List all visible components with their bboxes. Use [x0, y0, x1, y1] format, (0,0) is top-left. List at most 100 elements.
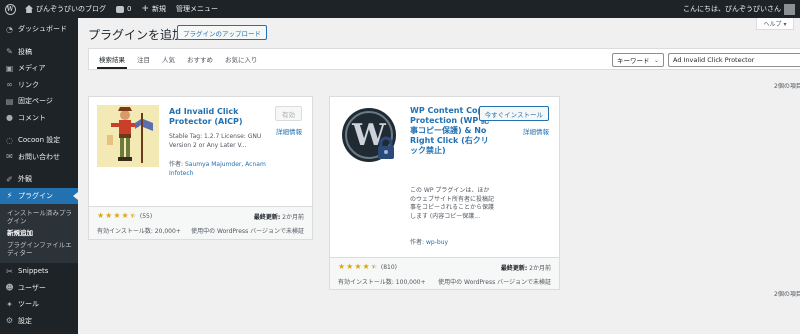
author-label: 作者:	[169, 161, 184, 168]
star-icon: ★	[97, 211, 105, 220]
sidebar-item-links[interactable]: ∞ リンク	[0, 77, 78, 94]
wrench-icon: ✦	[6, 299, 13, 309]
sidebar-item-media[interactable]: ▣ メディア	[0, 60, 78, 77]
tab-recommended[interactable]: おすすめ	[181, 49, 219, 69]
chevron-down-icon: ⌄	[653, 57, 659, 64]
sidebar-item-label: 設定	[18, 316, 32, 325]
tab-favorites[interactable]: お気に入り	[219, 49, 264, 69]
sidebar-item-comments[interactable]: ● コメント	[0, 110, 78, 127]
sidebar-item-appearance[interactable]: ✐ 外観	[0, 171, 78, 188]
active-installs: 有効インストール数: 20,000+	[97, 228, 181, 235]
pin-icon: ✎	[6, 47, 13, 57]
home-icon	[25, 5, 33, 13]
star-icon: ★	[113, 211, 121, 220]
plugin-author: 作者: Saumya Majumder, Acnam Infotech	[169, 161, 269, 178]
last-updated: 最終更新: 2か月前	[254, 212, 304, 221]
media-icon: ▣	[5, 63, 14, 73]
upload-plugin-button[interactable]: プラグインのアップロード	[177, 25, 267, 40]
author-link[interactable]: Saumya Majumder, Acnam Infotech	[169, 161, 266, 177]
last-updated-value: 2か月前	[282, 214, 304, 221]
star-icon: ★	[121, 211, 129, 220]
author-link[interactable]: wp-buy	[426, 239, 448, 246]
star-icon: ★	[362, 262, 370, 271]
plugin-card-footer: ★ ★ ★ ★ ★★ (810) 最終更新: 2か月前 有効インストール数: 1…	[330, 257, 559, 289]
greeting: こんにちは、ぴんぞうぴいさん	[683, 5, 781, 13]
sidebar-item-cocoon[interactable]: ◌ Cocoon 設定	[0, 132, 78, 149]
rating-count[interactable]: (810)	[381, 264, 397, 271]
sidebar-item-settings[interactable]: ⚙ 設定	[0, 313, 78, 330]
link-icon: ∞	[6, 80, 13, 90]
item-count-top: 2個の項目	[774, 83, 800, 90]
tab-search-results[interactable]: 検索結果	[93, 49, 131, 69]
new-label: 新規	[152, 5, 167, 13]
avatar	[784, 3, 795, 15]
last-updated-label: 最終更新:	[500, 265, 528, 272]
submenu-add-new[interactable]: 新規追加	[0, 227, 78, 239]
plugin-description: この WP プラグインは、ほかのウェブサイト所有者に投稿記事をコピーされることか…	[410, 187, 495, 220]
site-name-link[interactable]: ぴんぞうぴいのブログ	[20, 0, 111, 18]
main-content: ヘルプ ▾ プラグインを追加 プラグインのアップロード 検索結果 注目 人気 お…	[78, 18, 800, 334]
wp-content-copy-plugin-icon: W	[340, 106, 402, 168]
page-title: プラグインを追加	[88, 28, 185, 42]
tab-featured[interactable]: 注目	[131, 49, 156, 69]
wordpress-logo-button[interactable]: W	[0, 0, 20, 18]
search-type-select[interactable]: キーワード ⌄	[612, 53, 664, 67]
sidebar-item-label: 固定ページ	[18, 97, 53, 106]
sidebar-item-posts[interactable]: ✎ 投稿	[0, 44, 78, 61]
star-icon: ★	[346, 262, 354, 271]
sidebar-item-label: Snippets	[18, 267, 49, 276]
half-star-icon: ★★	[370, 262, 378, 271]
submenu-installed-plugins[interactable]: インストール済みプラグイン	[0, 207, 78, 227]
sidebar-item-label: ツール	[18, 300, 39, 309]
sidebar-item-snippets[interactable]: ✂ Snippets	[0, 263, 78, 280]
new-content-link[interactable]: + 新規	[136, 0, 171, 18]
sidebar-item-label: お問い合わせ	[18, 152, 60, 161]
sidebar-item-contact[interactable]: ✉ お問い合わせ	[0, 149, 78, 166]
comment-bubble-icon	[116, 5, 124, 13]
star-icon: ★	[338, 262, 346, 271]
aicp-plugin-icon	[97, 105, 159, 167]
cocoon-icon: ◌	[6, 135, 13, 145]
sidebar-item-label: プラグイン	[18, 191, 53, 200]
last-updated-label: 最終更新:	[253, 214, 281, 221]
sidebar-item-label: メディア	[18, 64, 46, 73]
comments-link[interactable]: 0	[111, 0, 136, 18]
star-rating: ★ ★ ★ ★ ★★ (810)	[338, 263, 397, 271]
admin-sidebar: ◔ ダッシュボード ✎ 投稿 ▣ メディア ∞ リンク ▤ 固定ページ ● コメ…	[0, 18, 78, 334]
submenu-plugin-editor[interactable]: プラグインファイルエディター	[0, 239, 78, 259]
comment-icon: ●	[6, 113, 13, 123]
site-name: ぴんぞうぴいのブログ	[36, 5, 106, 13]
last-updated: 最終更新: 2か月前	[501, 263, 551, 272]
more-details-link[interactable]: 詳細情報	[276, 126, 302, 136]
rating-count[interactable]: (55)	[140, 213, 152, 220]
brush-icon: ✐	[6, 174, 13, 184]
comments-count: 0	[127, 5, 132, 13]
plugin-name[interactable]: Ad Invalid Click Protector (AICP)	[169, 107, 269, 127]
sidebar-item-tools[interactable]: ✦ ツール	[0, 296, 78, 313]
star-rating: ★ ★ ★ ★ ★★ (55)	[97, 212, 152, 220]
page-icon: ▤	[5, 96, 14, 106]
sidebar-item-label: Cocoon 設定	[18, 136, 61, 145]
manage-menu-link[interactable]: 管理メニュー	[171, 0, 223, 18]
sidebar-item-pages[interactable]: ▤ 固定ページ	[0, 93, 78, 110]
my-account-link[interactable]: こんにちは、ぴんぞうぴいさん	[678, 0, 800, 18]
plus-icon: +	[141, 4, 150, 14]
half-star-icon: ★★	[129, 211, 137, 220]
more-details-link[interactable]: 詳細情報	[523, 126, 549, 136]
sidebar-item-plugins[interactable]: ⚡ プラグイン	[0, 187, 78, 204]
plugin-filter-bar: 検索結果 注目 人気 おすすめ お気に入り キーワード ⌄ Ad Invalid…	[88, 48, 800, 70]
sidebar-item-dashboard[interactable]: ◔ ダッシュボード	[0, 21, 78, 38]
snippets-icon: ✂	[6, 266, 13, 276]
sidebar-item-users[interactable]: ☻ ユーザー	[0, 280, 78, 297]
author-label: 作者:	[410, 239, 425, 246]
compatibility-note: 使用中の WordPress バージョンで未検証	[438, 279, 551, 286]
plugin-icon: ⚡	[6, 191, 13, 201]
dashboard-icon: ◔	[6, 24, 13, 34]
help-tab-button[interactable]: ヘルプ ▾	[756, 18, 794, 30]
sidebar-item-label: ユーザー	[18, 283, 46, 292]
install-now-button[interactable]: 今すぐインストール	[478, 106, 549, 121]
plugin-active-button: 有効	[275, 106, 302, 121]
plugin-card-aicp: Ad Invalid Click Protector (AICP) 有効 詳細情…	[88, 96, 313, 240]
tab-popular[interactable]: 人気	[156, 49, 181, 69]
search-input[interactable]: Ad Invalid Click Protector	[668, 53, 800, 67]
